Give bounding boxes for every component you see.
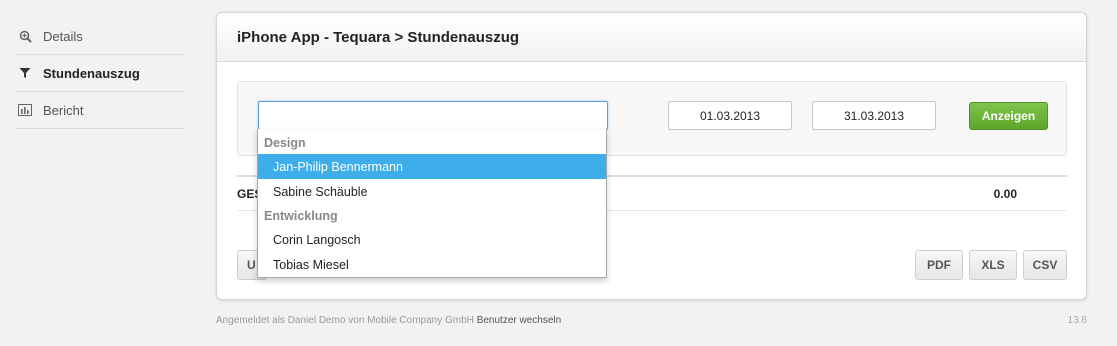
footer: Angemeldet als Daniel Demo von Mobile Co… <box>216 315 561 326</box>
version-label: 13.6 <box>1067 315 1087 326</box>
sidebar-item-label: Bericht <box>43 102 84 118</box>
dropdown-group-label: Entwicklung <box>264 208 338 223</box>
person-select-input[interactable] <box>258 101 608 130</box>
total-value: 0.00 <box>993 186 1017 201</box>
sidebar: Details Stundenauszug Bericht <box>16 23 184 129</box>
sidebar-item-label: Details <box>43 28 83 44</box>
switch-user-link[interactable]: Benutzer wechseln <box>477 315 562 326</box>
login-status-text: Angemeldet als Daniel Demo von Mobile Co… <box>216 315 474 326</box>
date-to-field[interactable] <box>812 101 936 130</box>
show-button[interactable]: Anzeigen <box>969 102 1048 130</box>
sidebar-item-bericht[interactable]: Bericht <box>16 92 184 129</box>
sidebar-item-label: Stundenauszug <box>43 65 140 81</box>
sidebar-item-details[interactable]: Details <box>16 18 184 55</box>
pdf-export-button[interactable]: PDF <box>915 250 963 280</box>
xls-export-button[interactable]: XLS <box>969 250 1017 280</box>
bar-chart-icon <box>18 103 32 117</box>
dropdown-option[interactable]: Corin Langosch <box>258 227 606 252</box>
panel-header: iPhone App - Tequara > Stundenauszug <box>217 13 1086 62</box>
person-dropdown: Design Jan-Philip Bennermann Sabine Schä… <box>257 129 607 278</box>
csv-export-button[interactable]: CSV <box>1023 250 1067 280</box>
sidebar-item-stundenauszug[interactable]: Stundenauszug <box>16 55 184 92</box>
filter-icon <box>18 66 32 80</box>
dropdown-option[interactable]: Sabine Schäuble <box>258 179 606 204</box>
dropdown-option[interactable]: Jan-Philip Bennermann <box>258 154 606 179</box>
zoom-icon <box>18 29 32 43</box>
page-title: iPhone App - Tequara > Stundenauszug <box>237 28 520 46</box>
date-from-field[interactable] <box>668 101 792 130</box>
dropdown-group-label: Design <box>264 135 306 150</box>
dropdown-option[interactable]: Tobias Miesel <box>258 252 606 277</box>
